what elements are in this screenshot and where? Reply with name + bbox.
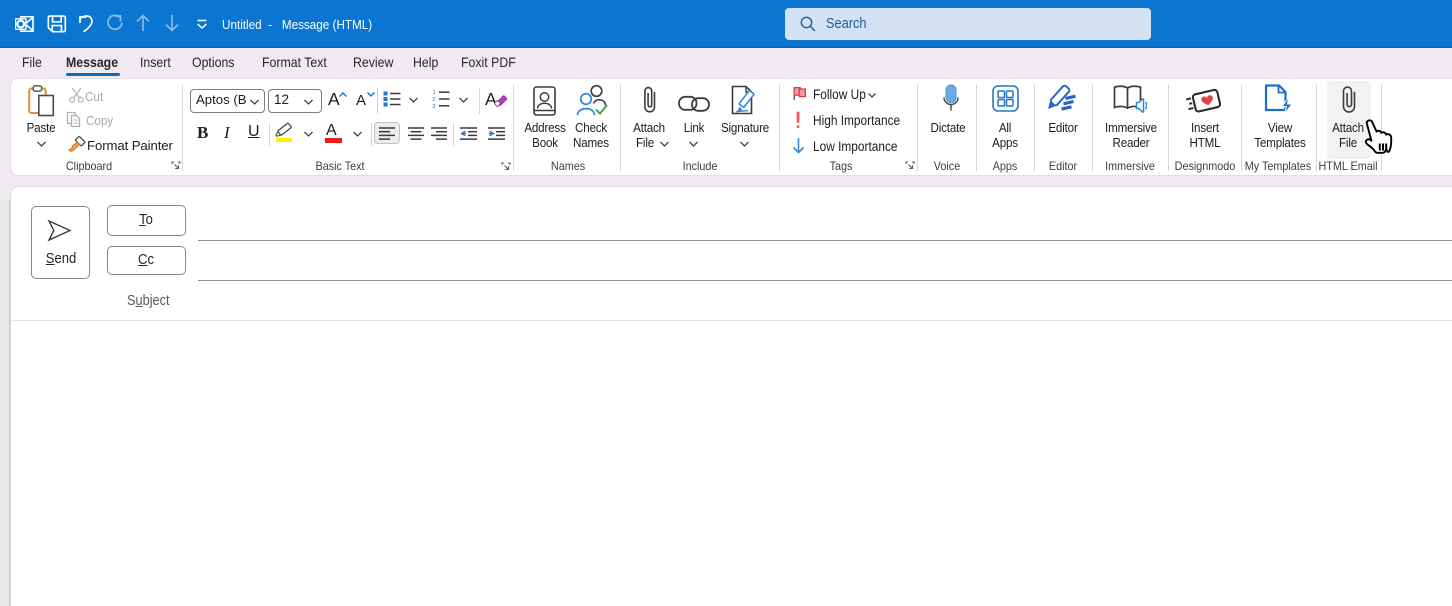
svg-text:3: 3 — [432, 104, 435, 109]
svg-text:2: 2 — [432, 97, 435, 103]
svg-text:1: 1 — [433, 90, 436, 96]
